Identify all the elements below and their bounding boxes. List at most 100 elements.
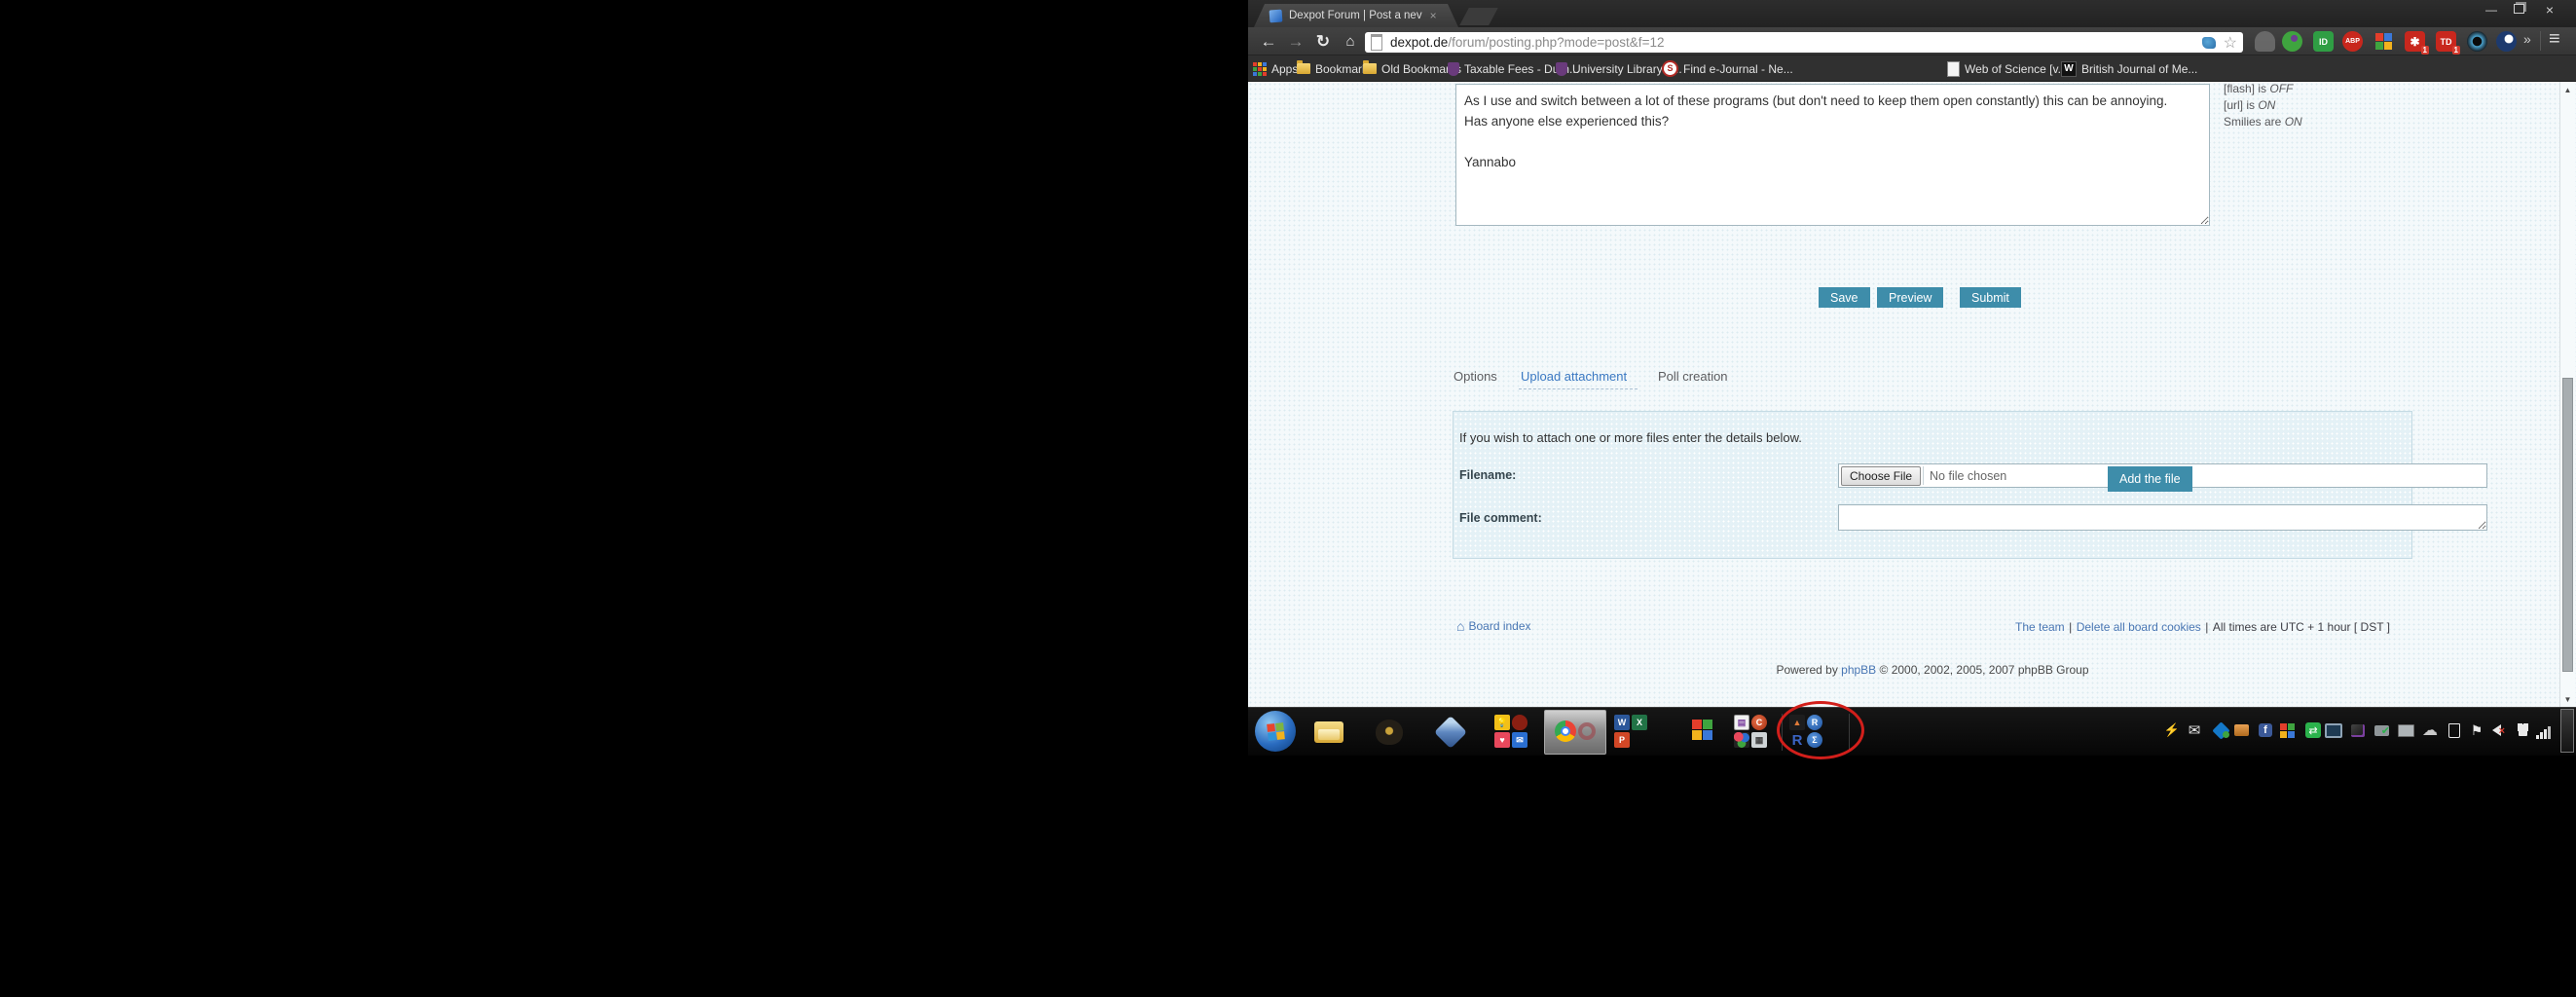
bookmark-folder-old-bookmarks[interactable]: Old Bookmarks: [1363, 59, 1461, 78]
taskbar-office-group-icon[interactable]: W X P: [1614, 715, 1647, 748]
tab-upload-attachment[interactable]: Upload attachment: [1521, 369, 1627, 384]
word-icon: W: [1614, 715, 1630, 730]
taskbar-active-chrome-button[interactable]: [1544, 710, 1606, 755]
tray-recycle-icon[interactable]: [2446, 721, 2463, 739]
tray-mail-icon[interactable]: ✉: [2186, 721, 2203, 739]
active-tab-underline: [1519, 388, 1638, 389]
the-team-link[interactable]: The team: [2015, 620, 2065, 634]
red-circle-annotation: [1777, 701, 1864, 759]
spheres-icon: [1734, 732, 1749, 748]
grid-extension-icon[interactable]: [2374, 31, 2394, 52]
choose-file-button[interactable]: Choose File: [1841, 466, 1921, 486]
lightbulb-icon: 💡: [1494, 715, 1510, 730]
forecast-extension-icon[interactable]: [2496, 31, 2517, 52]
bookmark-web-of-science[interactable]: Web of Science [v.5...: [1947, 59, 2078, 78]
new-tab-button[interactable]: [1459, 8, 1498, 25]
tray-storage-icon[interactable]: [2232, 721, 2250, 739]
times-text: All times are UTC + 1 hour [ DST ]: [2213, 620, 2390, 634]
evernote-extension-icon[interactable]: [2282, 31, 2302, 52]
ghostery-extension-icon[interactable]: [2255, 31, 2275, 52]
forum-page: As I use and switch between a lot of the…: [1248, 82, 2576, 707]
url-bar[interactable]: dexpot.de/forum/posting.php?mode=post&f=…: [1365, 32, 2243, 53]
show-desktop-button[interactable]: [2560, 709, 2574, 753]
folder-icon: [1363, 63, 1377, 74]
add-the-file-button[interactable]: Add the file: [2108, 466, 2192, 492]
taskbar-notes-group-icon[interactable]: 💡 ♥ ✉: [1494, 715, 1527, 748]
taskbar-utilities-group-icon[interactable]: ▤ C ▦: [1734, 715, 1767, 748]
board-index-link[interactable]: ⌂ Board index: [1456, 618, 1531, 634]
lastpass-extension-icon[interactable]: ✱1: [2405, 31, 2425, 52]
document-icon: ▤: [1734, 715, 1749, 730]
window-minimize-button[interactable]: —: [2479, 2, 2504, 18]
scrollbar-thumb[interactable]: [2562, 378, 2573, 672]
url-path: /forum/posting.php?mode=post&f=12: [1448, 35, 1664, 50]
scrollbar-up-arrow[interactable]: ▲: [2562, 86, 2573, 94]
back-button[interactable]: ←: [1256, 30, 1281, 53]
toolbar-separator: [2540, 31, 2541, 51]
save-button[interactable]: Save: [1819, 287, 1870, 308]
page-scrollbar[interactable]: ▲ ▼: [2559, 82, 2575, 707]
td-badge: 1: [2452, 46, 2460, 55]
dexpot-favicon-icon: [1270, 9, 1283, 22]
taskbar-explorer-icon[interactable]: [1312, 716, 1345, 749]
tray-messenger-icon[interactable]: ⚡: [2163, 721, 2181, 739]
browser-window: Dexpot Forum | Post a nev × — × ← → ↻ ⌂ …: [1248, 0, 2576, 707]
start-button[interactable]: [1255, 711, 1296, 752]
tab-close-icon[interactable]: ×: [1430, 9, 1437, 22]
delete-cookies-link[interactable]: Delete all board cookies: [2077, 620, 2201, 634]
td-extension-icon[interactable]: TD1: [2436, 31, 2456, 52]
bookmark-star-icon[interactable]: ☆: [2224, 33, 2237, 53]
bbcode-status-smilies: Smilies are ON: [2224, 115, 2302, 129]
ccleaner-icon: C: [1751, 715, 1767, 730]
phpbb-link[interactable]: phpBB: [1841, 663, 1876, 677]
windows-taskbar: 💡 ♥ ✉ W X P ▤ C ▦: [1248, 707, 2576, 756]
tray-power-plug-icon[interactable]: [2514, 721, 2531, 739]
file-comment-textarea[interactable]: [1838, 504, 2487, 531]
home-button[interactable]: ⌂: [1338, 30, 1363, 53]
message-body-textarea[interactable]: As I use and switch between a lot of the…: [1455, 84, 2210, 226]
bookmark-apps[interactable]: Apps: [1253, 59, 1298, 78]
bookmark-find-ejournal[interactable]: S Find e-Journal - Ne...: [1662, 59, 1793, 78]
preview-button[interactable]: Preview: [1877, 287, 1943, 308]
window-close-button[interactable]: ×: [2537, 2, 2562, 18]
tray-cloud-icon[interactable]: ☁: [2421, 721, 2439, 739]
taskbar-colorful-grid-icon[interactable]: [1692, 720, 1713, 741]
tab-poll-creation[interactable]: Poll creation: [1658, 369, 1728, 384]
home-icon: ⌂: [1456, 618, 1464, 634]
scrollbar-down-arrow[interactable]: ▼: [2562, 695, 2573, 704]
tray-blue-f-icon[interactable]: f: [2257, 721, 2274, 739]
tab-options[interactable]: Options: [1454, 369, 1497, 384]
chrome-menu-icon[interactable]: ≡: [2549, 28, 2560, 51]
taskbar-dark-app-icon[interactable]: [1373, 716, 1406, 749]
taskbar-virtualbox-icon[interactable]: [1434, 716, 1467, 749]
tray-purple-app-icon[interactable]: [2349, 721, 2367, 739]
page-icon: [1947, 61, 1960, 77]
adblock-plus-extension-icon[interactable]: ABP: [2342, 31, 2363, 52]
tray-backup-check-icon[interactable]: ✔: [2373, 721, 2390, 739]
apps-grid-icon: [1253, 62, 1267, 76]
lastpass-badge: 1: [2421, 46, 2429, 55]
bookmark-british-journal[interactable]: W British Journal of Me...: [2061, 59, 2197, 78]
window-restore-button[interactable]: [2506, 2, 2531, 18]
tray-volume-muted-icon[interactable]: ×: [2487, 721, 2505, 739]
tray-dropbox-icon[interactable]: [2212, 721, 2229, 739]
tray-flag-icon[interactable]: ⚑: [2468, 721, 2485, 739]
tray-grid-icon[interactable]: [2280, 723, 2296, 739]
forward-button[interactable]: →: [1283, 30, 1308, 53]
heart-icon: ♥: [1494, 732, 1510, 748]
s-circle-icon: S: [1662, 60, 1678, 77]
page-security-icon: [1371, 34, 1382, 51]
tray-sync-icon[interactable]: ⇄: [2304, 721, 2322, 739]
reload-button[interactable]: ↻: [1310, 30, 1336, 53]
clipper-icon[interactable]: [2202, 37, 2216, 49]
tray-display-icon[interactable]: [2325, 721, 2342, 739]
browser-tab[interactable]: Dexpot Forum | Post a nev ×: [1254, 4, 1458, 27]
id-extension-icon[interactable]: ID: [2313, 31, 2334, 52]
tray-network-signal-icon[interactable]: [2536, 722, 2554, 740]
submit-button[interactable]: Submit: [1960, 287, 2021, 308]
footer-links: The team | Delete all board cookies | Al…: [1832, 618, 2390, 636]
tray-monitor-icon[interactable]: [2397, 721, 2414, 739]
eye-extension-icon[interactable]: [2467, 31, 2487, 52]
extensions-overflow-icon[interactable]: »: [2523, 31, 2531, 47]
powerpoint-icon: P: [1614, 732, 1630, 748]
